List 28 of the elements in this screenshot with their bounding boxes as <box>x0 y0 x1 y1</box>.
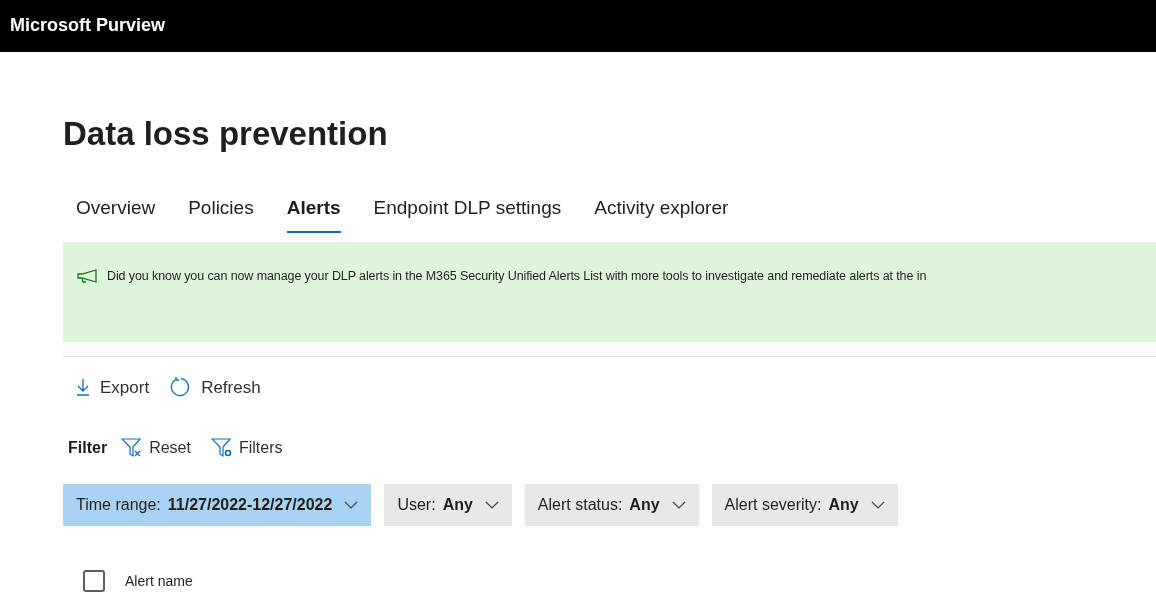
refresh-button[interactable]: Refresh <box>169 374 261 400</box>
chevron-down-icon <box>870 501 885 509</box>
chevron-down-icon <box>344 501 359 509</box>
export-button[interactable]: Export <box>76 374 150 400</box>
tab[interactable]: Activity explorer <box>594 194 729 233</box>
select-all-checkbox[interactable] <box>83 570 105 592</box>
download-icon <box>76 378 90 397</box>
app-title: Microsoft Purview <box>10 15 166 35</box>
banner-text: Did you know you can now manage your DLP alerts in the M365 Security Unified Alerts List with more tools to investigate and remediate alerts at the in <box>107 267 927 285</box>
chevron-down-icon <box>671 501 686 509</box>
reset-button[interactable]: Reset <box>121 436 191 460</box>
filter-dropdown[interactable]: User: Any <box>384 484 512 526</box>
filter-clear-icon <box>121 438 144 458</box>
filters-button[interactable]: Filters <box>210 436 283 460</box>
filter-settings-icon <box>210 438 233 458</box>
tab[interactable]: Endpoint DLP settings <box>373 194 562 233</box>
filter-dropdown[interactable]: Alert severity: Any <box>711 484 898 526</box>
filter-dropdown[interactable]: Time range: 11/27/2022-12/27/2022 <box>63 484 372 526</box>
page-title: Data loss prevention <box>63 114 389 154</box>
column-header[interactable]: Alert name <box>125 570 193 592</box>
tab[interactable]: Overview <box>76 194 156 233</box>
tab[interactable]: Policies <box>188 194 254 233</box>
tab[interactable]: Alerts <box>286 194 341 233</box>
chevron-down-icon <box>484 501 499 509</box>
filter-label: Filter <box>68 438 108 458</box>
megaphone-icon <box>77 268 99 283</box>
filter-dropdown[interactable]: Alert status: Any <box>524 484 699 526</box>
refresh-icon <box>169 376 192 399</box>
